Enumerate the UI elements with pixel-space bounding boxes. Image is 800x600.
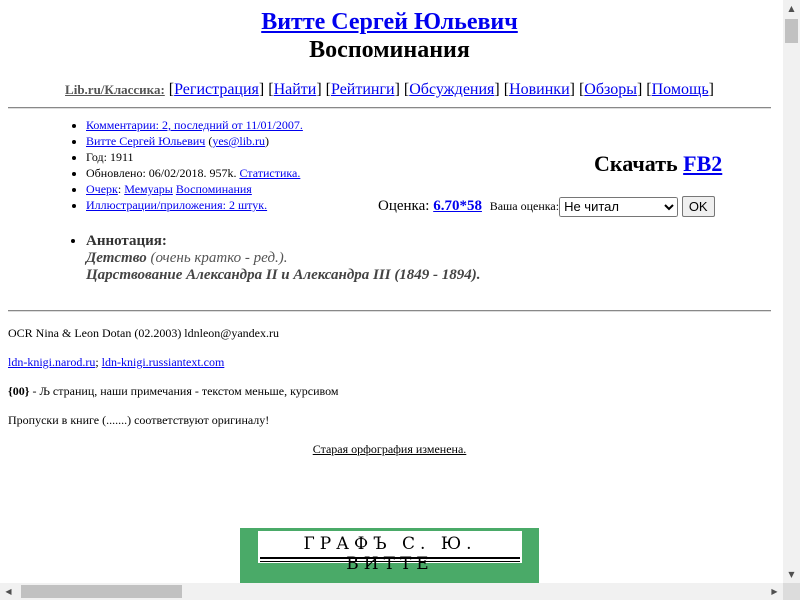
download-block: Скачать FB2 <box>594 150 722 178</box>
annotation-label: Аннотация: <box>86 233 167 249</box>
source-link-narod[interactable]: ldn-knigi.narod.ru <box>8 355 95 369</box>
book-cover-image: ГРАФЪ С. Ю. ВИТТЕ <box>240 528 539 583</box>
scroll-down-arrow-icon[interactable]: ▼ <box>783 566 800 583</box>
vertical-scrollbar[interactable]: ▲ ▼ <box>783 0 800 583</box>
book-title: Воспоминания <box>309 37 470 63</box>
info-comments: Комментарии: 2, последний от 11/01/2007. <box>86 117 303 133</box>
orthography-note: Старая орфография изменена. <box>8 441 771 457</box>
annotation-line-1: Детство (очень кратко - ред.). <box>86 250 288 266</box>
rating-label: Оценка: <box>378 198 430 214</box>
tag-memoirs[interactable]: Мемуары <box>124 182 173 196</box>
horizontal-scrollbar[interactable]: ◀ ▶ <box>0 583 783 600</box>
info-author: Витте Сергей Юльевич (yes@lib.ru) <box>86 133 303 149</box>
rating-value-link[interactable]: 6.70*58 <box>433 198 482 214</box>
ocr-credit: OCR Nina & Leon Dotan (02.2003) ldnleon@… <box>8 326 280 340</box>
nav-register[interactable]: Регистрация <box>174 81 259 98</box>
scroll-right-arrow-icon[interactable]: ▶ <box>766 583 783 600</box>
book-info-list: Комментарии: 2, последний от 11/01/2007.… <box>66 117 303 213</box>
info-illustrations: Иллюстрации/приложения: 2 штук. <box>86 197 303 213</box>
info-year: Год: 1911 <box>86 149 303 165</box>
illustrations-link[interactable]: Иллюстрации/приложения: 2 штук. <box>86 198 267 212</box>
source-link-russiantext[interactable]: ldn-knigi.russiantext.com <box>102 355 225 369</box>
statistics-link[interactable]: Статистика. <box>239 166 300 180</box>
download-fb2-link[interactable]: FB2 <box>683 151 722 176</box>
cover-rule-thin <box>260 561 520 562</box>
genre-link[interactable]: Очерк <box>86 182 118 196</box>
divider-bottom <box>8 310 771 312</box>
nav-new[interactable]: Новинки <box>509 81 570 98</box>
vertical-scroll-thumb[interactable] <box>785 19 798 43</box>
annotation-block: Аннотация: Детство (очень кратко - ред.)… <box>66 233 481 284</box>
annotation-line-2: Царствование Александра II и Александра … <box>86 267 481 283</box>
author-heading-link[interactable]: Витте Сергей Юльевич <box>261 9 518 35</box>
gaps-note: Пропуски в книге (.......) соответствуют… <box>8 413 270 427</box>
nav-help[interactable]: Помощь <box>652 81 709 98</box>
download-label: Скачать <box>594 151 678 176</box>
cover-rule <box>260 557 520 559</box>
divider-top <box>8 107 771 109</box>
navbar: Lib.ru/Классика: [Регистрация] [Найти] [… <box>65 81 714 98</box>
rating-row: Оценка: 6.70*58 Ваша оценка: Не читал OK <box>378 195 715 218</box>
nav-discussions[interactable]: Обсуждения <box>409 81 494 98</box>
notes-legend: {00} - Љ страниц, наши примечания - текс… <box>8 384 339 398</box>
scroll-up-arrow-icon[interactable]: ▲ <box>783 0 800 17</box>
nav-reviews[interactable]: Обзоры <box>584 81 637 98</box>
page-viewport: Витте Сергей Юльевич Воспоминания Lib.ru… <box>0 0 783 583</box>
cover-paper: ГРАФЪ С. Ю. ВИТТЕ <box>258 531 522 574</box>
nav-search[interactable]: Найти <box>274 81 317 98</box>
info-genre: Очерк: Мемуары Воспоминания <box>86 181 303 197</box>
your-rating-label: Ваша оценка: <box>489 199 560 213</box>
email-link[interactable]: yes@lib.ru <box>212 134 265 148</box>
source-links: ldn-knigi.narod.ru; ldn-knigi.russiantex… <box>8 355 225 369</box>
orthography-link[interactable]: Старая орфография изменена. <box>313 442 467 456</box>
rating-ok-button[interactable]: OK <box>681 196 715 218</box>
horizontal-scroll-thumb[interactable] <box>21 585 182 598</box>
comments-link[interactable]: Комментарии: 2, последний от 11/01/2007. <box>86 118 303 132</box>
scroll-left-arrow-icon[interactable]: ◀ <box>0 583 17 600</box>
cover-text: ГРАФЪ С. Ю. ВИТТЕ <box>303 534 477 574</box>
tag-recollections[interactable]: Воспоминания <box>176 182 252 196</box>
site-link[interactable]: Lib.ru/Классика: <box>65 82 165 97</box>
author-link[interactable]: Витте Сергей Юльевич <box>86 134 205 148</box>
nav-ratings[interactable]: Рейтинги <box>331 81 395 98</box>
scrollbar-corner <box>783 583 800 600</box>
info-updated: Обновлено: 06/02/2018. 957k. Статистика. <box>86 165 303 181</box>
your-rating-select[interactable]: Не читал <box>559 196 679 217</box>
author-heading: Витте Сергей Юльевич <box>8 8 771 36</box>
